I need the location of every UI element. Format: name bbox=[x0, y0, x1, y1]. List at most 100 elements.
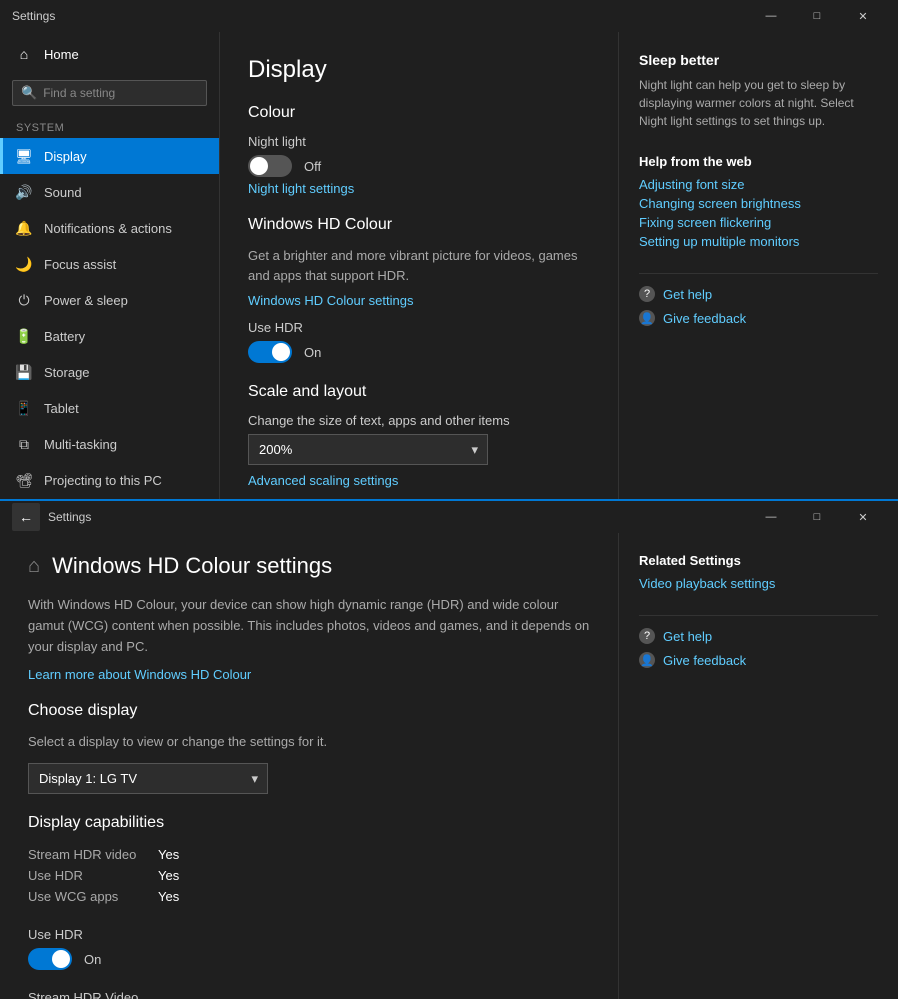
scale-section: Scale and layout Change the size of text… bbox=[248, 383, 590, 500]
search-box: 🔍 bbox=[12, 80, 207, 106]
minimize-button-bottom[interactable]: — bbox=[748, 501, 794, 533]
scale-title: Scale and layout bbox=[248, 383, 590, 401]
help-web-section: Help from the web Adjusting font size Ch… bbox=[639, 154, 878, 249]
give-feedback-link-top[interactable]: Give feedback bbox=[663, 311, 746, 326]
night-light-row: Off bbox=[248, 155, 590, 177]
window-title-bottom: Settings bbox=[48, 510, 748, 524]
bottom-page-title-row: ⌂ Windows HD Colour settings bbox=[28, 553, 590, 579]
sidebar: ⌂ Home 🔍 System 🖥 Display 🔊 Sound 🔔 Noti bbox=[0, 32, 220, 500]
projecting-icon: 📽 bbox=[16, 472, 32, 488]
display-icon: 🖥 bbox=[16, 148, 32, 164]
cap-row-hdr: Use HDR Yes bbox=[28, 865, 590, 886]
cap-row-wcg: Use WCG apps Yes bbox=[28, 886, 590, 907]
cap-value-stream: Yes bbox=[158, 847, 179, 862]
search-icon: 🔍 bbox=[21, 85, 37, 101]
sidebar-label-storage: Storage bbox=[44, 365, 90, 380]
get-help-link[interactable]: Get help bbox=[663, 287, 712, 302]
choose-display-title: Choose display bbox=[28, 702, 590, 720]
window-body-top: ⌂ Home 🔍 System 🖥 Display 🔊 Sound 🔔 Noti bbox=[0, 32, 898, 500]
cap-row-stream: Stream HDR video Yes bbox=[28, 844, 590, 865]
help-link-flickering[interactable]: Fixing screen flickering bbox=[639, 215, 878, 230]
use-hdr-toggle-bottom[interactable] bbox=[28, 948, 72, 970]
maximize-button-top[interactable]: □ bbox=[794, 0, 840, 32]
help-link-monitors[interactable]: Setting up multiple monitors bbox=[639, 234, 878, 249]
focus-icon: 🌙 bbox=[16, 256, 32, 272]
back-button[interactable]: ← bbox=[12, 503, 40, 531]
sidebar-label-multitasking: Multi-tasking bbox=[44, 437, 117, 452]
give-feedback-icon-bottom: 👤 bbox=[639, 652, 655, 668]
scale-dropdown[interactable]: 100% 125% 150% 175% 200% bbox=[248, 434, 488, 465]
capabilities-title: Display capabilities bbox=[28, 814, 590, 832]
right-panel-top: Sleep better Night light can help you ge… bbox=[618, 32, 898, 500]
get-help-link-bottom[interactable]: Get help bbox=[663, 629, 712, 644]
choose-display-section: Choose display Select a display to view … bbox=[28, 702, 590, 794]
learn-more-link[interactable]: Learn more about Windows HD Colour bbox=[28, 667, 251, 682]
right-panel-divider bbox=[639, 273, 878, 274]
scale-label: Change the size of text, apps and other … bbox=[248, 413, 590, 428]
right-panel-bottom-divider bbox=[639, 615, 878, 616]
get-help-row-bottom[interactable]: ? Get help bbox=[639, 628, 878, 644]
main-content-top: Display Colour Night light Off Night lig… bbox=[220, 32, 618, 500]
sidebar-section-system: System bbox=[0, 114, 219, 138]
get-help-icon-bottom: ? bbox=[639, 628, 655, 644]
notifications-icon: 🔔 bbox=[16, 220, 32, 236]
maximize-button-bottom[interactable]: □ bbox=[794, 501, 840, 533]
sidebar-item-power[interactable]: ⏻ Power & sleep bbox=[0, 282, 219, 318]
sidebar-item-projecting[interactable]: 📽 Projecting to this PC bbox=[0, 462, 219, 498]
tablet-icon: 📱 bbox=[16, 400, 32, 416]
minimize-button-top[interactable]: — bbox=[748, 0, 794, 32]
cap-label-hdr: Use HDR bbox=[28, 868, 158, 883]
close-button-top[interactable]: ✕ bbox=[840, 0, 886, 32]
sidebar-item-battery[interactable]: 🔋 Battery bbox=[0, 318, 219, 354]
night-light-label: Night light bbox=[248, 134, 590, 149]
search-input[interactable] bbox=[43, 86, 198, 100]
give-feedback-link-bottom[interactable]: Give feedback bbox=[663, 653, 746, 668]
power-icon: ⏻ bbox=[16, 292, 32, 308]
use-hdr-section: Use HDR On bbox=[28, 927, 590, 970]
close-button-bottom[interactable]: ✕ bbox=[840, 501, 886, 533]
sidebar-item-focus[interactable]: 🌙 Focus assist bbox=[0, 246, 219, 282]
advanced-scaling-link[interactable]: Advanced scaling settings bbox=[248, 473, 590, 488]
sidebar-item-display[interactable]: 🖥 Display bbox=[0, 138, 219, 174]
give-feedback-row[interactable]: 👤 Give feedback bbox=[639, 310, 878, 326]
home-icon: ⌂ bbox=[16, 46, 32, 62]
give-feedback-row-bottom[interactable]: 👤 Give feedback bbox=[639, 652, 878, 668]
page-title-display: Display bbox=[248, 56, 590, 84]
sidebar-item-notifications[interactable]: 🔔 Notifications & actions bbox=[0, 210, 219, 246]
window-controls-top: — □ ✕ bbox=[748, 0, 886, 32]
sidebar-item-sound[interactable]: 🔊 Sound bbox=[0, 174, 219, 210]
get-help-icon: ? bbox=[639, 286, 655, 302]
display-select-wrapper: Display 1: LG TV Display 2 bbox=[28, 763, 268, 794]
title-bar-top: Settings — □ ✕ bbox=[0, 0, 898, 32]
bottom-main-content: ⌂ Windows HD Colour settings With Window… bbox=[0, 533, 618, 999]
battery-icon: 🔋 bbox=[16, 328, 32, 344]
sidebar-label-projecting: Projecting to this PC bbox=[44, 473, 162, 488]
cap-value-wcg: Yes bbox=[158, 889, 179, 904]
home-label: Home bbox=[44, 47, 79, 62]
display-capabilities-section: Display capabilities Stream HDR video Ye… bbox=[28, 814, 590, 907]
title-bar-bottom: ← Settings — □ ✕ bbox=[0, 501, 898, 533]
video-playback-link[interactable]: Video playback settings bbox=[639, 576, 878, 591]
window-title-top: Settings bbox=[12, 9, 748, 23]
night-light-settings-link[interactable]: Night light settings bbox=[248, 181, 354, 196]
sidebar-item-tablet[interactable]: 📱 Tablet bbox=[0, 390, 219, 426]
night-light-toggle[interactable] bbox=[248, 155, 292, 177]
stream-hdr-label: Stream HDR Video bbox=[28, 990, 590, 999]
sidebar-label-battery: Battery bbox=[44, 329, 85, 344]
help-link-brightness[interactable]: Changing screen brightness bbox=[639, 196, 878, 211]
use-hdr-state: On bbox=[304, 345, 321, 360]
display-select[interactable]: Display 1: LG TV Display 2 bbox=[28, 763, 268, 794]
sidebar-item-storage[interactable]: 💾 Storage bbox=[0, 354, 219, 390]
related-settings-title: Related Settings bbox=[639, 553, 878, 568]
stream-hdr-section: Stream HDR Video On This display can pla… bbox=[28, 990, 590, 999]
related-settings-section: Related Settings Video playback settings bbox=[639, 553, 878, 591]
sidebar-item-multitasking[interactable]: ⧉ Multi-tasking bbox=[0, 426, 219, 462]
help-link-font[interactable]: Adjusting font size bbox=[639, 177, 878, 192]
use-hdr-toggle[interactable] bbox=[248, 341, 292, 363]
hdr-settings-link[interactable]: Windows HD Colour settings bbox=[248, 293, 413, 308]
use-hdr-label: Use HDR bbox=[248, 320, 590, 335]
get-help-row[interactable]: ? Get help bbox=[639, 286, 878, 302]
multitasking-icon: ⧉ bbox=[16, 436, 32, 452]
bottom-page-title: Windows HD Colour settings bbox=[52, 553, 332, 579]
sidebar-item-home[interactable]: ⌂ Home bbox=[0, 32, 219, 76]
